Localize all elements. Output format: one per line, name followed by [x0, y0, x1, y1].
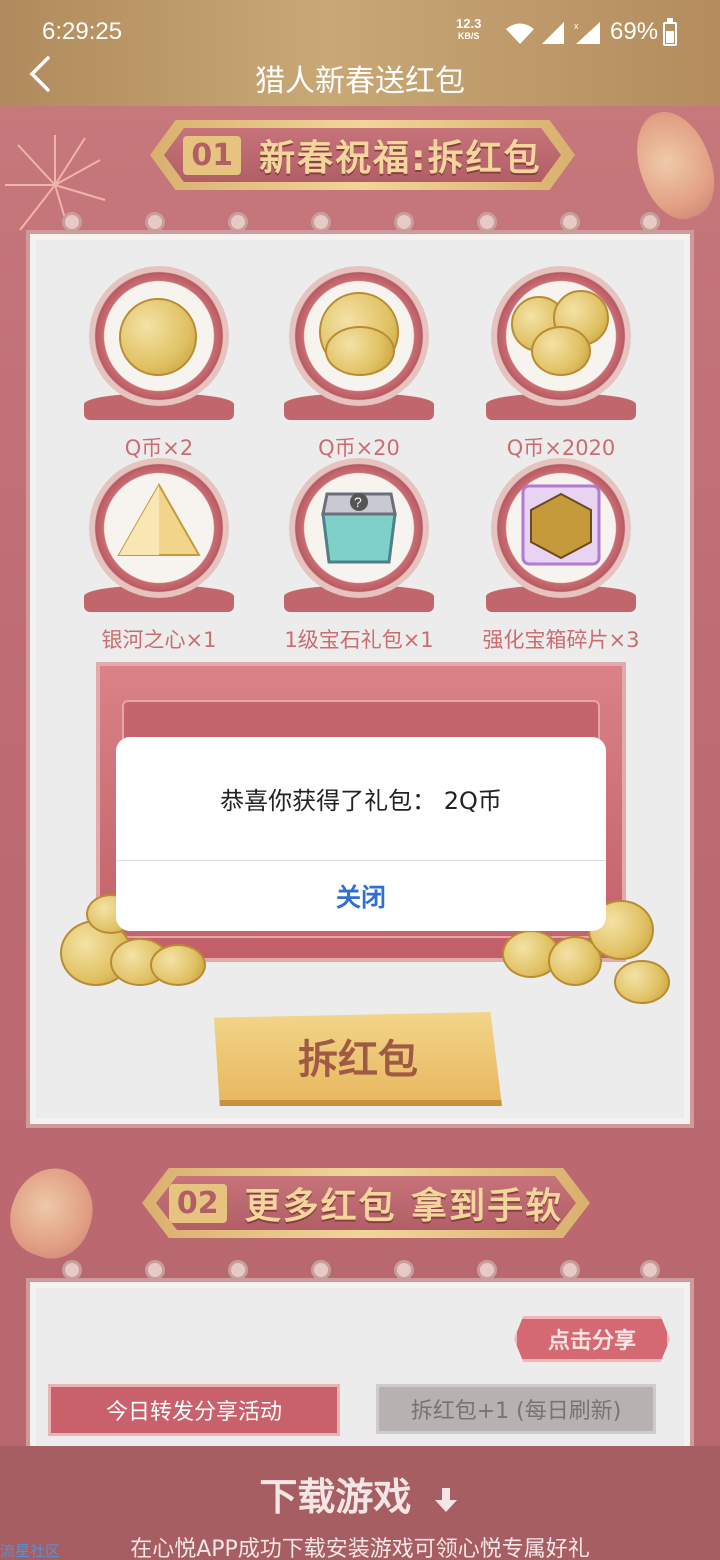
network-speed-unit: KB/S	[457, 31, 480, 41]
page-title: 猎人新春送红包	[255, 64, 465, 99]
battery-percent: 69%	[610, 18, 659, 45]
page: 6:29:25 12.3 KB/S x 69% 猎人新春送红包 01 新春祝福:…	[0, 0, 720, 1560]
dialog-close-button[interactable]: 关闭	[116, 861, 606, 931]
dialog-message: 恭喜你获得了礼包： 2Q币	[220, 787, 502, 815]
reward-dialog: 恭喜你获得了礼包： 2Q币 关闭	[116, 737, 606, 931]
network-speed: 12.3 KB/S	[456, 16, 482, 42]
status-time: 6:29:25	[42, 18, 123, 45]
top-bar: 6:29:25 12.3 KB/S x 69% 猎人新春送红包	[0, 0, 720, 106]
network-speed-value: 12.3	[456, 16, 482, 31]
wifi-icon	[506, 23, 534, 44]
signal-x-icon	[576, 22, 600, 44]
signal-icon	[542, 22, 564, 44]
battery-icon	[663, 18, 677, 46]
signal-icons: x	[506, 21, 600, 44]
svg-text:x: x	[574, 21, 579, 31]
